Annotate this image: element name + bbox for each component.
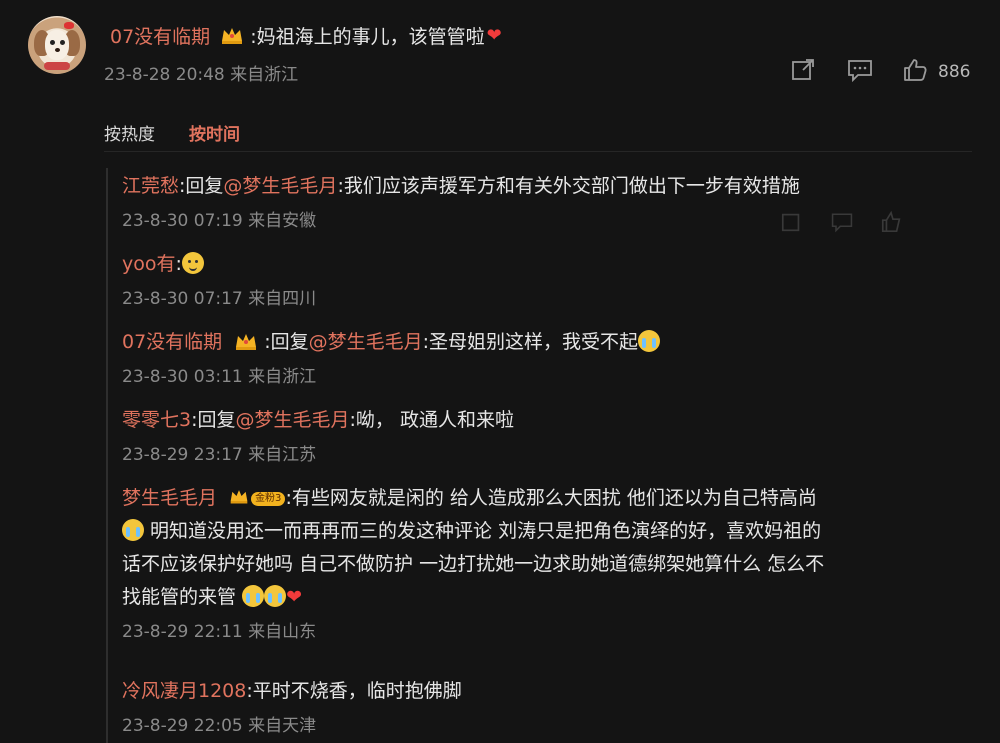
mention-link[interactable]: @梦生毛毛月 (223, 175, 337, 197)
main-comment-location: 来自浙江 (230, 65, 299, 85)
reply-body-line1: :有些网友就是闲的 给人造成那么大困扰 他们还以为自己特高尚 (285, 487, 817, 509)
mention-link[interactable]: @梦生毛毛月 (236, 409, 350, 431)
main-comment-text: 07没有临期 :妈祖海上的事儿，该管管啦 ❤ (110, 18, 502, 52)
reply-time: 23-8-29 22:05 (122, 716, 243, 736)
reply-location: 来自安徽 (248, 211, 317, 231)
reply-body: :圣母姐别这样，我受不起 (422, 331, 639, 353)
reply-body: :呦， 政通人和来啦 (349, 409, 514, 431)
crown-icon (220, 25, 244, 45)
reply-time: 23-8-30 07:17 (122, 289, 243, 309)
main-comment: 07没有临期 :妈祖海上的事儿，该管管啦 ❤ 23-8-28 20:48 来自浙… (0, 0, 1000, 110)
divider (104, 151, 972, 152)
reply-location: 来自四川 (248, 289, 317, 309)
reply-body-line3: 话不应该保护好她吗 自己不做防护 一边打扰她一边求助她道德绑架她算什么 怎么不 (122, 553, 825, 575)
crying-emoji-icon (122, 519, 144, 541)
crying-emoji-icon (242, 585, 265, 607)
like-count: 886 (938, 62, 971, 82)
reply-item: 零零七3:回复@梦生毛毛月:呦， 政通人和来啦 23-8-29 23:17 来自… (122, 404, 972, 467)
tab-by-time[interactable]: 按时间 (189, 120, 240, 145)
reply-location: 来自山东 (248, 622, 317, 642)
reply-time: 23-8-29 22:11 (122, 622, 243, 642)
reply-body: :我们应该声援军方和有关外交部门做出下一步有效措施 (337, 175, 800, 197)
fan-badge: 金粉3 (251, 492, 286, 506)
heart-icon: ❤ (486, 24, 502, 46)
main-comment-actions: 886 (790, 58, 970, 86)
crying-emoji-icon (638, 330, 661, 352)
main-comment-username[interactable]: 07没有临期 (110, 22, 210, 49)
reply-username[interactable]: 零零七3 (122, 409, 191, 431)
avatar[interactable] (28, 16, 86, 74)
reply-body: :平时不烧香，临时抱佛脚 (246, 680, 462, 702)
reply-body-line2: 明知道没用还一而再再而三的发这种评论 刘涛只是把角色演绎的好，喜欢妈祖的 (144, 520, 822, 542)
share-icon[interactable] (790, 57, 816, 87)
heart-icon: ❤ (286, 586, 302, 608)
reply-location: 来自浙江 (248, 367, 317, 387)
reply-prefix: :回复 (264, 331, 309, 353)
reply-time: 23-8-30 07:19 (122, 211, 243, 231)
reply-location: 来自天津 (248, 716, 317, 736)
reply-item: 梦生毛毛月 金粉3:有些网友就是闲的 给人造成那么大困扰 他们还以为自己特高尚 … (122, 482, 972, 644)
crown-icon (229, 487, 249, 507)
reply-username[interactable]: 冷风凄月1208 (122, 680, 246, 702)
reply-prefix: :回复 (179, 175, 224, 197)
main-comment-time: 23-8-28 20:48 (104, 65, 225, 85)
crying-emoji-icon (264, 585, 287, 607)
reply-prefix: :回复 (191, 409, 236, 431)
reply-item: 冷风凄月1208:平时不烧香，临时抱佛脚 23-8-29 22:05 来自天津 (122, 675, 972, 738)
comment-icon[interactable] (846, 57, 874, 87)
emoji-icon (181, 252, 204, 274)
reply-time: 23-8-30 03:11 (122, 367, 243, 387)
reply-list: 江莞愁:回复@梦生毛毛月:我们应该声援军方和有关外交部门做出下一步有效措施 23… (106, 168, 978, 743)
reply-item: 07没有临期 :回复@梦生毛毛月:圣母姐别这样，我受不起 23-8-30 03:… (122, 326, 972, 389)
like-icon[interactable] (902, 57, 928, 87)
reply-body: : (175, 253, 182, 275)
reply-username[interactable]: 梦生毛毛月 (122, 487, 217, 509)
mention-link[interactable]: @梦生毛毛月 (309, 331, 423, 353)
reply-location: 来自江苏 (248, 445, 317, 465)
crown-icon (234, 331, 258, 351)
reply-username[interactable]: yoo有 (122, 253, 176, 275)
reply-item: yoo有: 23-8-30 07:17 来自四川 (122, 248, 972, 311)
reply-body-line4: 找能管的来管 (122, 586, 237, 608)
reply-time: 23-8-29 23:17 (122, 445, 243, 465)
main-comment-meta: 23-8-28 20:48 来自浙江 (104, 60, 298, 85)
reply-item: 江莞愁:回复@梦生毛毛月:我们应该声援军方和有关外交部门做出下一步有效措施 23… (122, 170, 972, 233)
tab-by-hot[interactable]: 按热度 (104, 120, 155, 145)
reply-username[interactable]: 江莞愁 (122, 175, 179, 197)
reply-username[interactable]: 07没有临期 (122, 331, 222, 353)
main-comment-body: :妈祖海上的事儿，该管管啦 (250, 25, 485, 48)
sort-tabs: 按热度 按时间 (104, 118, 274, 146)
